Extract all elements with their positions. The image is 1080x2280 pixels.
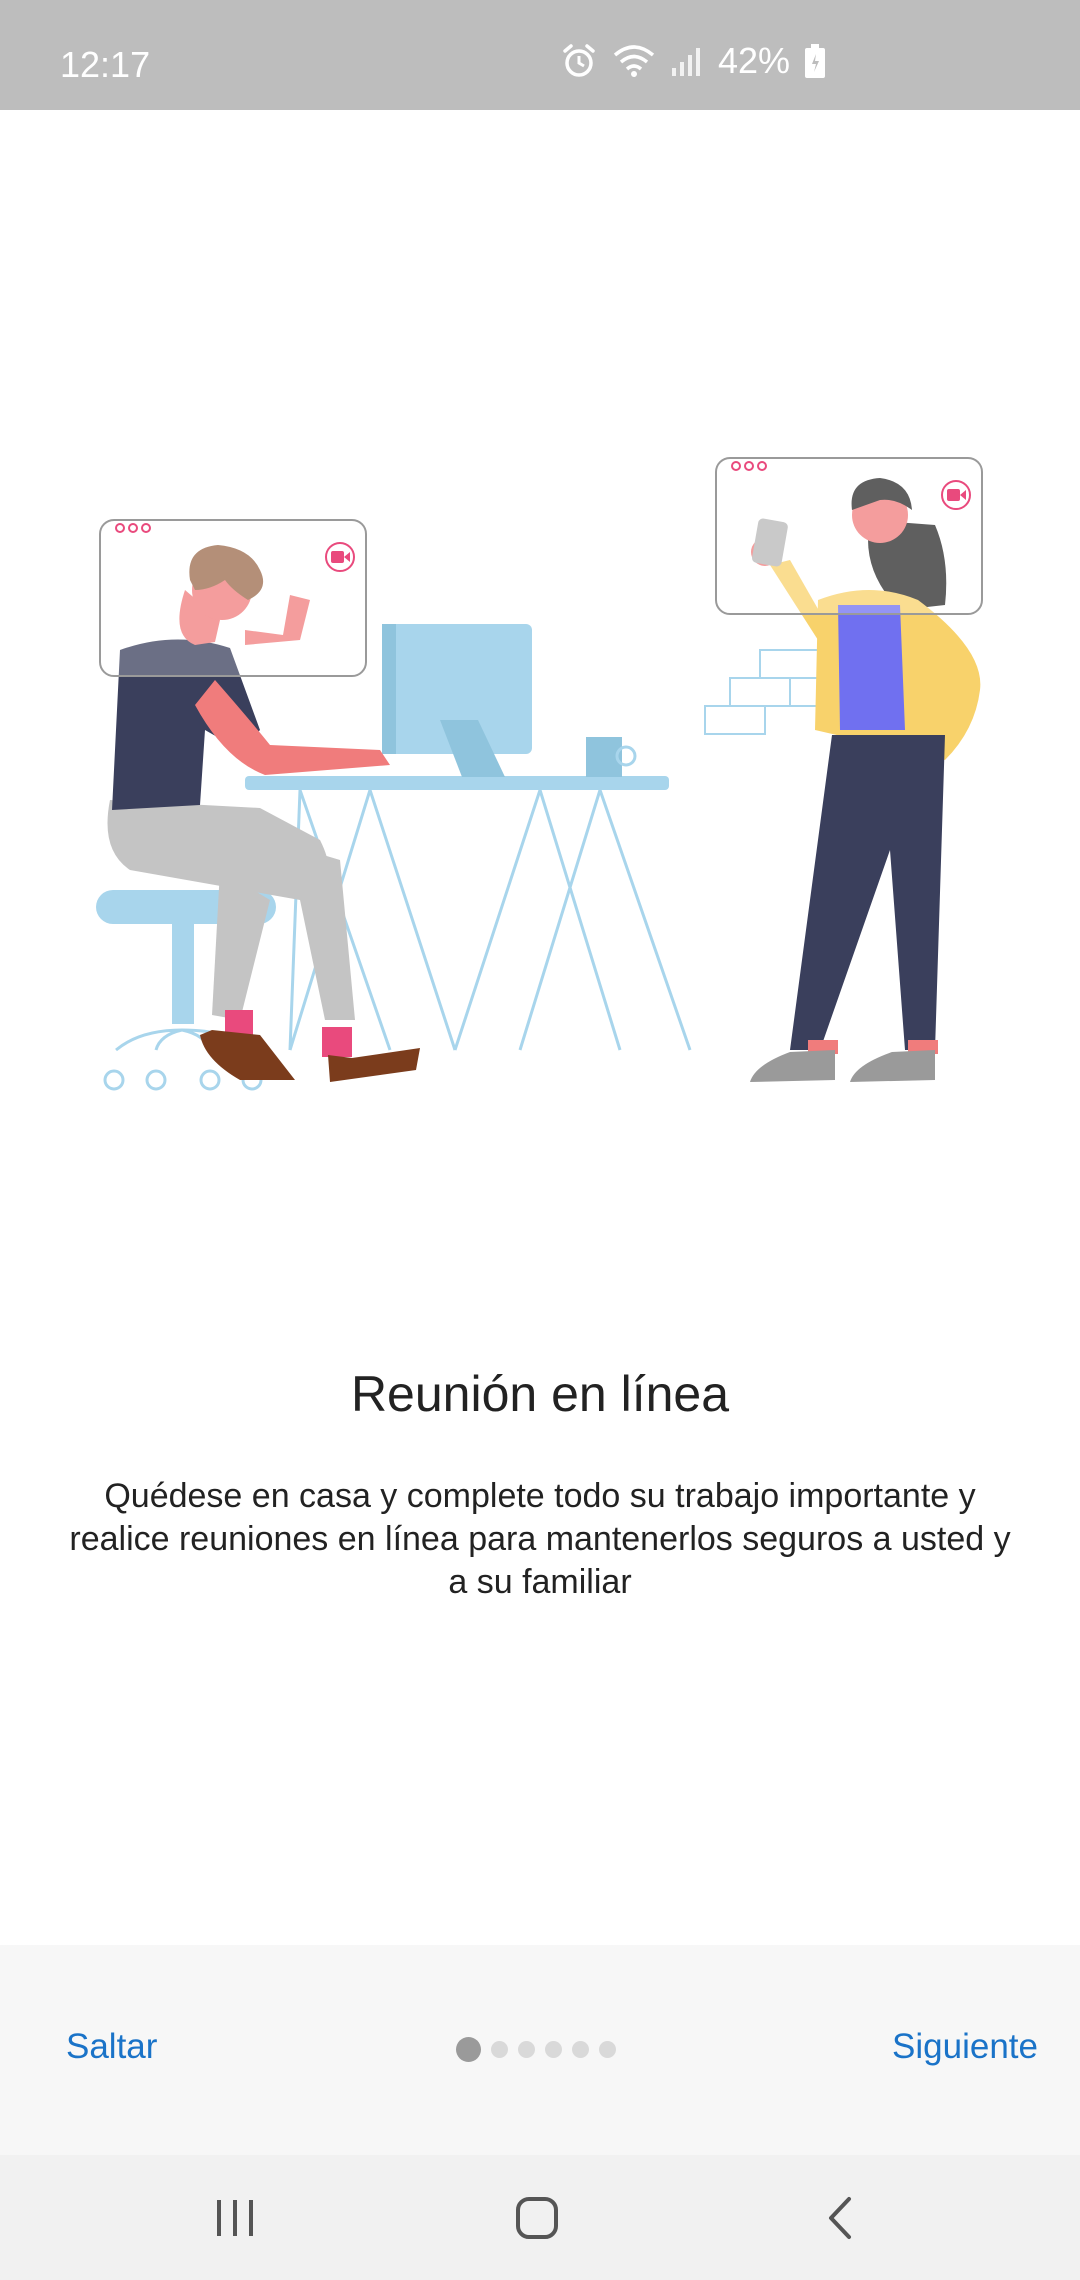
online-meeting-illustration xyxy=(96,457,983,1091)
onboarding-title: Reunión en línea xyxy=(350,1366,730,1422)
page-dot-1 xyxy=(456,2037,481,2062)
page-dot-4 xyxy=(545,2041,562,2058)
page-dot-2 xyxy=(491,2041,508,2058)
monitor xyxy=(382,624,532,777)
video-window-left xyxy=(99,519,367,677)
onboarding-description: Quédese en casa y complete todo su traba… xyxy=(69,1477,1011,1601)
system-nav-bar xyxy=(0,2155,1080,2280)
next-button[interactable]: Siguiente xyxy=(892,2027,1038,2067)
recent-apps-button[interactable] xyxy=(135,2155,335,2280)
skip-button[interactable]: Saltar xyxy=(66,2027,157,2067)
battery-icon xyxy=(805,44,826,78)
alarm-icon xyxy=(563,44,595,77)
status-time: 12:17 xyxy=(60,44,151,85)
status-icons: 42% xyxy=(560,40,826,82)
battery-percent: 42% xyxy=(718,40,791,81)
home-icon xyxy=(516,2196,558,2239)
page-dot-5 xyxy=(572,2041,589,2058)
page-indicator xyxy=(456,2037,616,2062)
page-dot-3 xyxy=(518,2041,535,2058)
signal-icon xyxy=(672,48,700,76)
home-button[interactable] xyxy=(437,2155,637,2280)
page-dot-6 xyxy=(599,2041,616,2058)
status-bar: 12:17 42% xyxy=(0,0,1080,110)
cup xyxy=(586,737,637,777)
video-window-right xyxy=(715,457,983,615)
recent-apps-icon xyxy=(217,2199,253,2236)
wifi-icon xyxy=(613,45,655,77)
brick-wall xyxy=(704,649,831,735)
back-button[interactable] xyxy=(740,2155,940,2280)
onboarding-footer: Saltar Siguiente xyxy=(0,1945,1080,2155)
back-icon xyxy=(829,2196,851,2239)
